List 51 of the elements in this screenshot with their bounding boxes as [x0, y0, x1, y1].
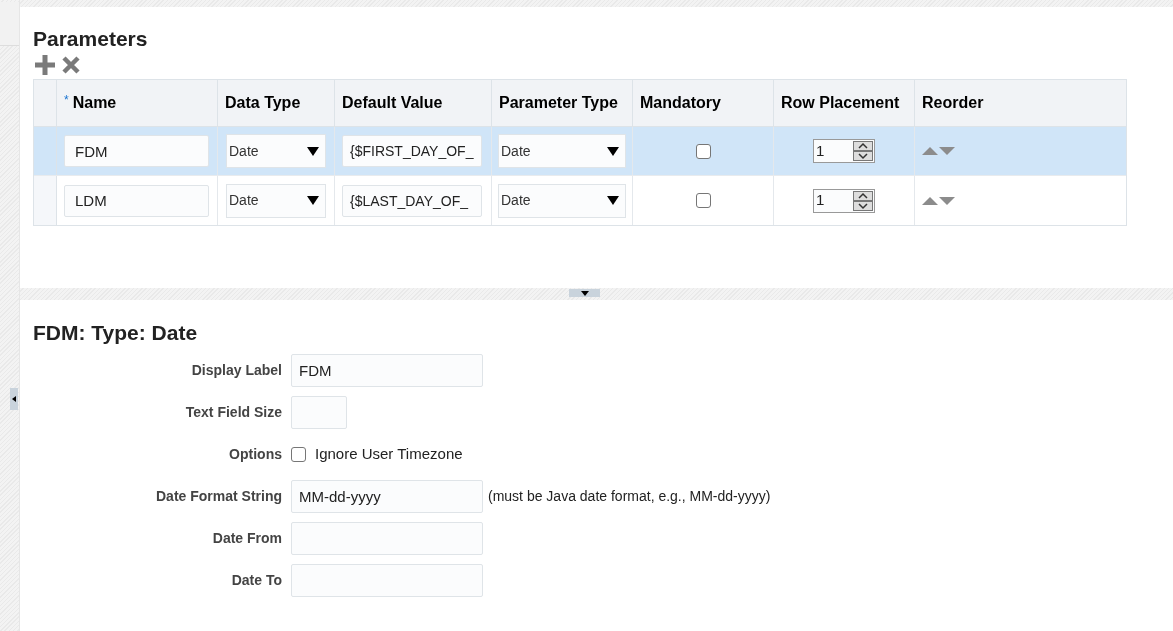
move-down-icon[interactable] — [939, 147, 955, 155]
spinner-arrows-icon[interactable] — [853, 190, 873, 211]
field-label: Text Field Size — [185, 403, 283, 422]
spinner-arrows-icon[interactable] — [853, 141, 873, 161]
column-header: Data Type — [225, 93, 301, 113]
dropdown-arrow-icon — [607, 196, 619, 205]
checkbox-label: Ignore User Timezone — [315, 444, 463, 465]
dropdown[interactable]: Date — [498, 183, 626, 218]
column-header: Name — [72, 93, 117, 113]
text-field[interactable] — [291, 564, 483, 597]
field-label: Date From — [212, 529, 283, 548]
name-input[interactable]: LDM — [64, 184, 209, 217]
text-field[interactable]: FDM — [291, 354, 483, 387]
text-field[interactable]: MM-dd-yyyy — [291, 480, 483, 513]
collapse-down-icon[interactable] — [580, 290, 589, 296]
column-header: Default Value — [342, 93, 443, 113]
field-label: Date Format String — [156, 487, 283, 506]
section-title: Parameters — [33, 28, 148, 49]
add-icon[interactable] — [35, 55, 55, 75]
column-header: Mandatory — [640, 93, 721, 113]
mandatory-checkbox[interactable] — [695, 143, 711, 159]
field-hint: (must be Java date format, e.g., MM-dd-yyyy) — [488, 487, 771, 506]
default-value-input[interactable]: {$LAST_DAY_OF_ — [342, 184, 482, 217]
dropdown-arrow-icon — [307, 196, 319, 205]
text-field[interactable] — [291, 522, 483, 555]
column-header: Reorder — [922, 93, 984, 113]
name-input[interactable]: FDM — [64, 135, 209, 167]
move-up-icon[interactable] — [922, 147, 938, 155]
dropdown[interactable]: Date — [498, 134, 626, 168]
table-row[interactable]: FDM Date {$FIRST_DAY_OF_ Date 1 — [34, 127, 1126, 176]
dropdown-arrow-icon — [607, 146, 619, 156]
field-label: Display Label — [191, 361, 283, 380]
column-header: Row Placement — [781, 93, 900, 113]
default-value-input[interactable]: {$FIRST_DAY_OF_ — [342, 135, 482, 167]
collapse-left-icon[interactable] — [12, 396, 16, 402]
dropdown[interactable]: Date — [226, 183, 326, 218]
number-spinner[interactable]: 1 — [813, 139, 875, 163]
column-header: Parameter Type — [499, 93, 618, 113]
option-checkbox[interactable] — [291, 447, 306, 462]
move-up-icon[interactable] — [922, 196, 938, 205]
text-field[interactable] — [291, 396, 347, 429]
delete-icon[interactable] — [61, 55, 81, 75]
move-down-icon[interactable] — [939, 196, 955, 205]
dropdown-arrow-icon — [307, 146, 319, 156]
mandatory-checkbox[interactable] — [695, 193, 711, 208]
dropdown[interactable]: Date — [226, 134, 326, 168]
detail-title: FDM: Type: Date — [33, 322, 198, 343]
number-spinner[interactable]: 1 — [813, 188, 875, 213]
field-label: Options — [229, 445, 283, 464]
required-mark: * — [64, 92, 69, 109]
field-label: Date To — [231, 571, 283, 590]
